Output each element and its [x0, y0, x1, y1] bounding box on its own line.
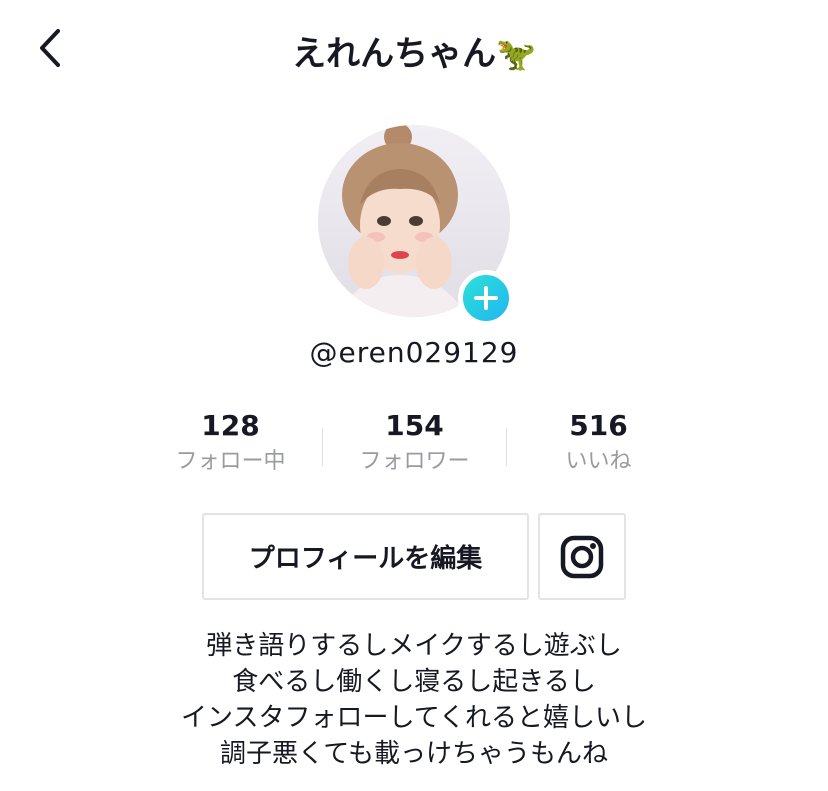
stats-row: 128 フォロー中 154 フォロワー 516 いいね: [139, 408, 689, 488]
stat-following[interactable]: 128 フォロー中: [139, 408, 322, 480]
title-text: えれんちゃん: [292, 34, 497, 74]
stat-likes[interactable]: 516 いいね: [507, 408, 690, 480]
instagram-button[interactable]: [538, 513, 626, 600]
add-follow-button[interactable]: [458, 270, 514, 326]
bio-line: インスタフォローしてくれると嬉しいし: [181, 703, 647, 733]
stat-value: 154: [385, 409, 444, 442]
dinosaur-emoji: 🦖: [496, 35, 536, 73]
plus-icon: [474, 286, 498, 310]
username: @eren029129: [309, 336, 519, 369]
bio: 弾き語りするしメイクするし遊ぶし 食べるし働くし寝るし起きるし インスタフォロー…: [0, 628, 828, 772]
bio-line: 食べるし働くし寝るし起きるし: [232, 667, 596, 697]
avatar-container: [318, 125, 514, 326]
stat-label: いいね: [565, 449, 632, 474]
stat-value: 128: [201, 409, 260, 442]
edit-profile-button[interactable]: プロフィールを編集: [202, 513, 529, 600]
bio-line: 調子悪くても載っけちゃうもんね: [220, 739, 608, 769]
stat-label: フォロワー: [359, 449, 470, 474]
header: えれんちゃん🦖: [0, 0, 828, 100]
page-title: えれんちゃん🦖: [0, 26, 828, 75]
stat-label: フォロー中: [175, 449, 286, 474]
bio-line: 弾き語りするしメイクするし遊ぶし: [206, 631, 622, 661]
stat-value: 516: [569, 409, 628, 442]
instagram-icon: [560, 535, 604, 578]
stat-followers[interactable]: 154 フォロワー: [323, 408, 506, 480]
